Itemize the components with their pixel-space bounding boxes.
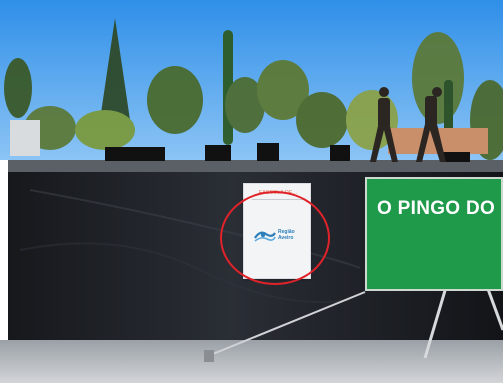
photo: EASCOLA DE... Região Aveiro O PINGO DO <box>0 0 503 383</box>
banner-text: O PINGO DO <box>377 198 496 219</box>
sponsor-banner: O PINGO DO <box>365 177 503 291</box>
highlight-circle <box>220 191 330 285</box>
